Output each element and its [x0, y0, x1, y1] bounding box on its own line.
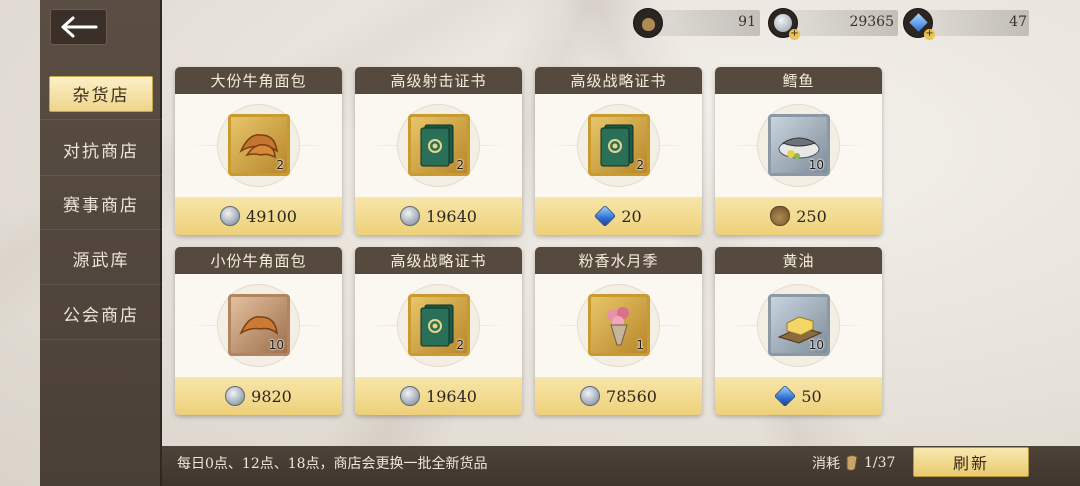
- item-quantity: 10: [808, 338, 824, 352]
- currency-value-bag: 91: [738, 14, 756, 30]
- shop-card[interactable]: 高级战略证书 2 20: [535, 67, 702, 235]
- price-value: 49100: [246, 206, 297, 226]
- price-tag: 9820: [175, 377, 342, 415]
- shop-card[interactable]: 高级战略证书 2 19640: [355, 247, 522, 415]
- back-arrow-icon: [61, 16, 97, 38]
- refresh-notice: 每日0点、12点、18点，商店会更换一批全新货品: [177, 456, 488, 472]
- back-button[interactable]: [50, 9, 107, 45]
- sidebar-item-label: 源武库: [72, 251, 130, 271]
- consume-label: 消耗: [812, 456, 840, 472]
- price-value: 78560: [606, 386, 657, 406]
- item-name: 鳕鱼: [715, 67, 882, 94]
- refresh-button[interactable]: 刷新: [913, 447, 1029, 477]
- currency-value-silver: 29365: [849, 14, 894, 30]
- shop-card[interactable]: 高级射击证书 2 19640: [355, 67, 522, 235]
- currency-value-gem: 47: [1009, 14, 1027, 30]
- item-frame: 10: [768, 294, 830, 356]
- silver-coin-icon: [220, 206, 241, 226]
- item-name: 大份牛角面包: [175, 67, 342, 94]
- sidebar-item-event-shop[interactable]: 赛事商店: [40, 178, 162, 230]
- item-quantity: 10: [808, 158, 824, 172]
- price-value: 9820: [251, 386, 292, 406]
- item-name: 粉香水月季: [535, 247, 702, 274]
- coin-bag-icon[interactable]: [633, 8, 663, 38]
- item-frame: 1: [588, 294, 650, 356]
- price-tag: 50: [715, 377, 882, 415]
- shop-card[interactable]: 粉香水月季 1 78560: [535, 247, 702, 415]
- item-name: 小份牛角面包: [175, 247, 342, 274]
- item-frame: 2: [408, 294, 470, 356]
- blue-gem-icon: [594, 204, 617, 228]
- consume-value: 1/37: [864, 455, 896, 471]
- item-name: 高级战略证书: [535, 67, 702, 94]
- refresh-cost: 消耗 1/37: [812, 453, 895, 473]
- blue-gem-icon: [774, 384, 797, 408]
- sidebar-item-grocery[interactable]: 杂货店: [40, 68, 162, 120]
- silver-coin-icon: [225, 386, 246, 406]
- item-name: 高级战略证书: [355, 247, 522, 274]
- item-frame: 10: [228, 294, 290, 356]
- sidebar-item-label: 对抗商店: [63, 142, 139, 162]
- shop-card[interactable]: 小份牛角面包 10 9820: [175, 247, 342, 415]
- item-name: 黄油: [715, 247, 882, 274]
- price-tag: 250: [715, 197, 882, 235]
- sidebar-item-armory[interactable]: 源武库: [40, 233, 162, 285]
- price-value: 250: [796, 206, 827, 226]
- item-frame: 2: [588, 114, 650, 176]
- silver-coin-icon: [580, 386, 601, 406]
- silver-coin-icon[interactable]: +: [768, 8, 800, 40]
- price-value: 20: [621, 206, 642, 226]
- item-name: 高级射击证书: [355, 67, 522, 94]
- price-tag: 19640: [355, 197, 522, 235]
- item-frame: 2: [228, 114, 290, 176]
- item-quantity: 1: [636, 338, 644, 352]
- item-quantity: 2: [456, 338, 464, 352]
- item-frame: 10: [768, 114, 830, 176]
- price-value: 50: [801, 386, 822, 406]
- item-frame: 2: [408, 114, 470, 176]
- price-value: 19640: [426, 206, 477, 226]
- blue-gem-icon[interactable]: +: [903, 8, 935, 40]
- item-quantity: 2: [456, 158, 464, 172]
- price-tag: 78560: [535, 377, 702, 415]
- shop-card[interactable]: 鳕鱼 10 250: [715, 67, 882, 235]
- price-tag: 49100: [175, 197, 342, 235]
- price-tag: 19640: [355, 377, 522, 415]
- item-quantity: 10: [268, 338, 284, 352]
- sidebar-item-pvp-shop[interactable]: 对抗商店: [40, 124, 162, 176]
- price-value: 19640: [426, 386, 477, 406]
- sidebar-item-label: 公会商店: [63, 306, 139, 326]
- sidebar-item-label: 赛事商店: [63, 196, 139, 216]
- item-quantity: 2: [276, 158, 284, 172]
- sidebar-item-guild-shop[interactable]: 公会商店: [40, 288, 162, 340]
- item-quantity: 2: [636, 158, 644, 172]
- silver-coin-icon: [400, 386, 421, 406]
- scroll-ticket-icon: [846, 455, 858, 471]
- shop-card[interactable]: 大份牛角面包 2 49100: [175, 67, 342, 235]
- sidebar-item-label: 杂货店: [72, 86, 130, 106]
- price-tag: 20: [535, 197, 702, 235]
- silver-coin-icon: [400, 206, 421, 226]
- coin-bag-icon: [770, 206, 791, 226]
- shop-card[interactable]: 黄油 10 50: [715, 247, 882, 415]
